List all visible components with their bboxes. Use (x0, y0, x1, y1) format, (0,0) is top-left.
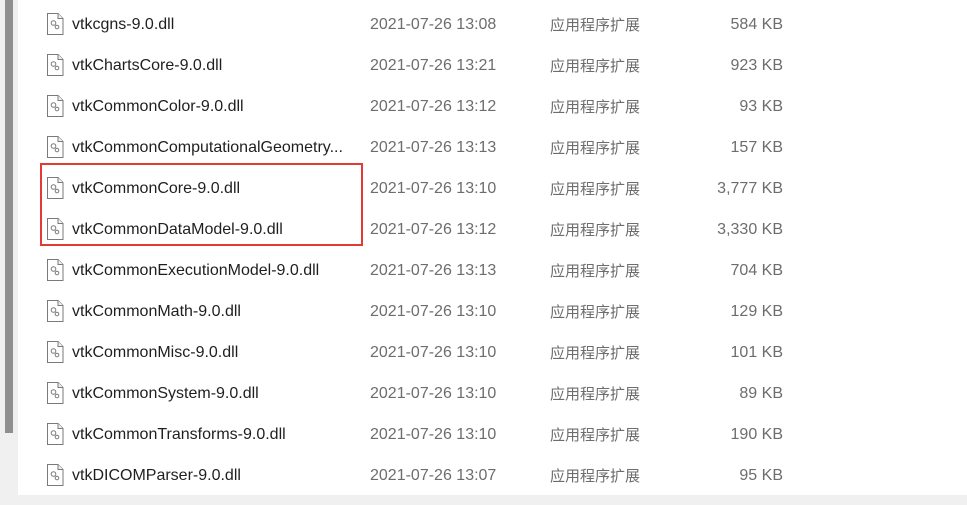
file-modified: 2021-07-26 13:10 (370, 343, 497, 361)
dll-file-icon (47, 258, 64, 281)
file-type: 应用程序扩展 (550, 426, 641, 444)
file-row[interactable]: vtkcgns-9.0.dll 2021-07-26 13:08 应用程序扩展 … (40, 4, 788, 45)
file-type: 应用程序扩展 (550, 16, 641, 34)
file-type: 应用程序扩展 (550, 139, 641, 157)
file-type: 应用程序扩展 (550, 57, 641, 75)
dll-file-icon (47, 12, 64, 35)
file-modified: 2021-07-26 13:21 (370, 56, 497, 74)
file-type: 应用程序扩展 (550, 221, 641, 239)
file-row[interactable]: vtkChartsCore-9.0.dll 2021-07-26 13:21 应… (40, 45, 788, 86)
file-size: 3,777 KB (717, 179, 783, 197)
file-size: 190 KB (730, 425, 783, 443)
file-name: vtkCommonMath-9.0.dll (72, 302, 241, 320)
scrollbar-thumb[interactable] (5, 0, 13, 433)
file-size: 3,330 KB (717, 220, 783, 238)
file-name: vtkCommonMisc-9.0.dll (72, 343, 239, 361)
file-modified: 2021-07-26 13:12 (370, 220, 497, 238)
file-name: vtkcgns-9.0.dll (72, 15, 175, 33)
file-type: 应用程序扩展 (550, 180, 641, 198)
dll-file-icon (47, 422, 64, 445)
file-modified: 2021-07-26 13:07 (370, 466, 497, 484)
file-modified: 2021-07-26 13:10 (370, 179, 497, 197)
file-row[interactable]: vtkDICOMParser-9.0.dll 2021-07-26 13:07 … (40, 455, 788, 496)
file-type: 应用程序扩展 (550, 344, 641, 362)
file-row[interactable]: vtkCommonExecutionModel-9.0.dll 2021-07-… (40, 250, 788, 291)
file-size: 95 KB (739, 466, 783, 484)
horizontal-scrollbar-track (0, 495, 967, 505)
file-size: 129 KB (730, 302, 783, 320)
dll-file-icon (47, 463, 64, 486)
file-size: 157 KB (730, 138, 783, 156)
file-name: vtkCommonExecutionModel-9.0.dll (72, 261, 320, 279)
file-modified: 2021-07-26 13:12 (370, 97, 497, 115)
file-type: 应用程序扩展 (550, 98, 641, 116)
file-modified: 2021-07-26 13:13 (370, 261, 497, 279)
file-row[interactable]: vtkCommonMisc-9.0.dll 2021-07-26 13:10 应… (40, 332, 788, 373)
file-list: vtkcgns-9.0.dll 2021-07-26 13:08 应用程序扩展 … (18, 0, 788, 495)
file-name: vtkCommonColor-9.0.dll (72, 97, 244, 115)
file-name: vtkCommonTransforms-9.0.dll (72, 425, 286, 443)
file-row[interactable]: vtkCommonMath-9.0.dll 2021-07-26 13:10 应… (40, 291, 788, 332)
dll-file-icon (47, 340, 64, 363)
file-type: 应用程序扩展 (550, 467, 641, 485)
file-size: 923 KB (730, 56, 783, 74)
file-modified: 2021-07-26 13:10 (370, 302, 497, 320)
file-size: 93 KB (739, 97, 783, 115)
file-modified: 2021-07-26 13:10 (370, 384, 497, 402)
dll-file-icon (47, 135, 64, 158)
file-row[interactable]: vtkCommonColor-9.0.dll 2021-07-26 13:12 … (40, 86, 788, 127)
dll-file-icon (47, 299, 64, 322)
file-name: vtkChartsCore-9.0.dll (72, 56, 223, 74)
dll-file-icon (47, 381, 64, 404)
highlight-annotation-box (40, 163, 363, 246)
file-row[interactable]: vtkCommonSystem-9.0.dll 2021-07-26 13:10… (40, 373, 788, 414)
file-type: 应用程序扩展 (550, 262, 641, 280)
file-modified: 2021-07-26 13:13 (370, 138, 497, 156)
file-name: vtkCommonComputationalGeometry... (72, 138, 343, 156)
file-size: 101 KB (730, 343, 783, 361)
dll-file-icon (47, 53, 64, 76)
file-name: vtkDICOMParser-9.0.dll (72, 466, 241, 484)
vertical-scrollbar[interactable] (0, 0, 18, 495)
file-name: vtkCommonSystem-9.0.dll (72, 384, 259, 402)
file-size: 704 KB (730, 261, 783, 279)
file-modified: 2021-07-26 13:10 (370, 425, 497, 443)
file-row[interactable]: vtkCommonTransforms-9.0.dll 2021-07-26 1… (40, 414, 788, 455)
file-row[interactable]: vtkCommonComputationalGeometry... 2021-0… (40, 127, 788, 168)
file-size: 89 KB (739, 384, 783, 402)
dll-file-icon (47, 94, 64, 117)
file-type: 应用程序扩展 (550, 303, 641, 321)
file-modified: 2021-07-26 13:08 (370, 15, 497, 33)
file-size: 584 KB (730, 15, 783, 33)
file-type: 应用程序扩展 (550, 385, 641, 403)
